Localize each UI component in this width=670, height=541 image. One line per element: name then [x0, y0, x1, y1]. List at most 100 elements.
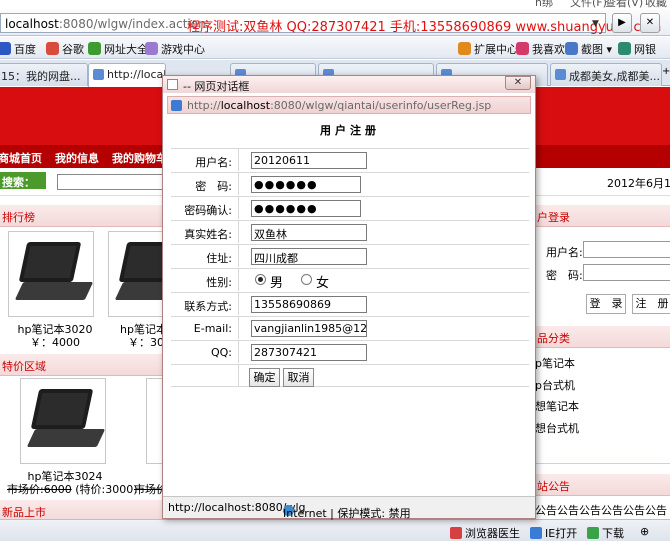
- realname-label: 真实姓名:: [171, 221, 239, 243]
- section-ranking: 排行榜: [0, 205, 162, 227]
- gender-female-label: 女: [316, 276, 330, 291]
- extension-center-button[interactable]: 扩展中心: [458, 41, 518, 57]
- qq-input[interactable]: 287307421: [251, 344, 367, 361]
- new-tab-icon[interactable]: +: [662, 66, 670, 77]
- address-dropdown-icon[interactable]: ▼: [592, 19, 599, 29]
- ie-page-icon: [171, 100, 182, 111]
- password-input[interactable]: ●●●●●●: [251, 176, 361, 193]
- product-image[interactable]: [108, 231, 194, 317]
- fav-item-baidu[interactable]: 百度: [0, 41, 36, 57]
- login-password-label: 密 码:: [546, 269, 583, 282]
- ie-open-button[interactable]: IE打开: [530, 525, 577, 541]
- form-row-actions: 确定 取消: [171, 364, 529, 387]
- dialog-url: http://localhost:8080/wlgw/qiantai/useri…: [187, 99, 492, 112]
- notice-text[interactable]: 公告公告公告公告公告公告: [535, 502, 667, 518]
- dialog-url-bar: http://localhost:8080/wlgw/qiantai/useri…: [167, 96, 531, 114]
- my-likes-button[interactable]: 我喜欢: [516, 41, 565, 57]
- section-category: 品分类: [535, 326, 670, 348]
- screenshot-button[interactable]: 截图 ▾: [565, 41, 612, 57]
- fav-item-web-directory[interactable]: 网址大全: [88, 41, 148, 57]
- qq-label: QQ:: [171, 341, 239, 363]
- form-row-confirm: 密码确认: ●●●●●●: [171, 196, 529, 219]
- email-label: E-mail:: [171, 317, 239, 339]
- address-input[interactable]: localhost:8080/wlgw/index.action 程序测试:双鱼…: [0, 13, 661, 35]
- nav-cart[interactable]: 我的购物车: [112, 150, 167, 166]
- gender-label: 性别:: [171, 269, 239, 291]
- register-button[interactable]: 注 册: [632, 294, 670, 314]
- tab-netdisk[interactable]: 15：我的网盘...: [0, 63, 88, 86]
- email-input[interactable]: vangjianlin1985@126.com: [251, 320, 367, 337]
- online-bank-button[interactable]: 网银: [618, 41, 656, 57]
- web-directory-icon: [88, 42, 101, 55]
- fav-item-google[interactable]: 谷歌: [46, 41, 84, 57]
- fav-item-game-center[interactable]: 游戏中心: [145, 41, 205, 57]
- divider: [534, 463, 670, 464]
- product-price: ￥：4000: [30, 336, 80, 349]
- gender-female-radio[interactable]: [301, 274, 312, 285]
- search-input[interactable]: [57, 174, 167, 190]
- address-bar: localhost:8080/wlgw/index.action 程序测试:双鱼…: [0, 10, 670, 36]
- nav-my-info[interactable]: 我的信息: [55, 150, 99, 166]
- browser-status-bar: 浏览器医生 IE打开 下载 ⊕: [0, 519, 670, 541]
- form-row-gender: 性别: 男 女: [171, 268, 529, 291]
- go-forward-icon[interactable]: ▶: [612, 13, 632, 33]
- menu-view[interactable]: 查看(V): [605, 0, 643, 10]
- gender-male-radio[interactable]: [255, 274, 266, 285]
- category-item[interactable]: 想笔记本: [535, 398, 579, 414]
- phone-input[interactable]: 13558690869: [251, 296, 367, 313]
- username-label: 用户名:: [171, 149, 239, 171]
- game-icon: [145, 42, 158, 55]
- product-image[interactable]: [8, 231, 94, 317]
- page-icon: [93, 69, 104, 80]
- form-row-phone: 联系方式: 13558690869: [171, 292, 529, 315]
- category-item[interactable]: 想台式机: [535, 420, 579, 436]
- browser-doctor-button[interactable]: 浏览器医生: [450, 525, 520, 541]
- product-price: ￥：30: [128, 336, 164, 349]
- dialog-title: -- 网页对话框: [183, 80, 250, 93]
- category-item[interactable]: p台式机: [535, 377, 575, 393]
- tools-icon[interactable]: ✕: [640, 13, 660, 33]
- download-icon: [587, 527, 599, 539]
- realname-input[interactable]: 双鱼林: [251, 224, 367, 241]
- address-label: 住址:: [171, 245, 239, 267]
- category-item[interactable]: p笔记本: [535, 355, 575, 371]
- close-icon[interactable]: ✕: [505, 76, 531, 90]
- section-special: 特价区域: [0, 354, 162, 376]
- download-button[interactable]: 下载: [587, 525, 624, 541]
- menu-clip-text: n绑: [535, 0, 553, 9]
- section-login: 户登录: [535, 205, 670, 227]
- menu-file[interactable]: 文件(F): [570, 0, 607, 10]
- login-username-label: 用户名:: [546, 246, 583, 259]
- extension-icon: [458, 42, 471, 55]
- doctor-icon: [450, 527, 462, 539]
- dialog-page-icon: [167, 79, 178, 90]
- page-icon: [555, 69, 566, 80]
- login-button[interactable]: 登 录: [586, 294, 626, 314]
- menu-favorites[interactable]: 收藏: [645, 0, 667, 10]
- scissors-icon: [565, 42, 578, 55]
- date-text: 2012年6月11日: [607, 177, 670, 190]
- cancel-button[interactable]: 取消: [283, 368, 314, 387]
- zoom-icon[interactable]: ⊕: [640, 525, 649, 538]
- form-title: 用户注册: [320, 124, 380, 137]
- login-password-input[interactable]: [583, 264, 670, 281]
- product-image[interactable]: [20, 378, 106, 464]
- address-input[interactable]: 四川成都: [251, 248, 367, 265]
- login-username-input[interactable]: [583, 241, 670, 258]
- nav-home[interactable]: 商城首页: [0, 150, 42, 166]
- tab-localhost[interactable]: http://localh: [88, 63, 166, 87]
- address-ad-text: 程序测试:双鱼林 QQ:287307421 手机:13558690869 www…: [187, 20, 662, 35]
- form-row-qq: QQ: 287307421: [171, 340, 529, 363]
- username-input[interactable]: 20120611: [251, 152, 367, 169]
- bank-icon: [618, 42, 631, 55]
- tab-chengdu[interactable]: 成都美女,成都美...: [550, 63, 662, 86]
- registration-dialog: -- 网页对话框 ✕ http://localhost:8080/wlgw/qi…: [162, 75, 536, 520]
- confirm-button[interactable]: 确定: [249, 368, 280, 387]
- form-row-realname: 真实姓名: 双鱼林: [171, 220, 529, 243]
- form-row-address: 住址: 四川成都: [171, 244, 529, 267]
- form-row-password: 密 码: ●●●●●●: [171, 172, 529, 195]
- confirm-password-input[interactable]: ●●●●●●: [251, 200, 361, 217]
- phone-label: 联系方式:: [171, 293, 239, 315]
- address-url[interactable]: localhost:8080/wlgw/index.action: [5, 17, 206, 31]
- section-notice: 站公告: [535, 474, 670, 496]
